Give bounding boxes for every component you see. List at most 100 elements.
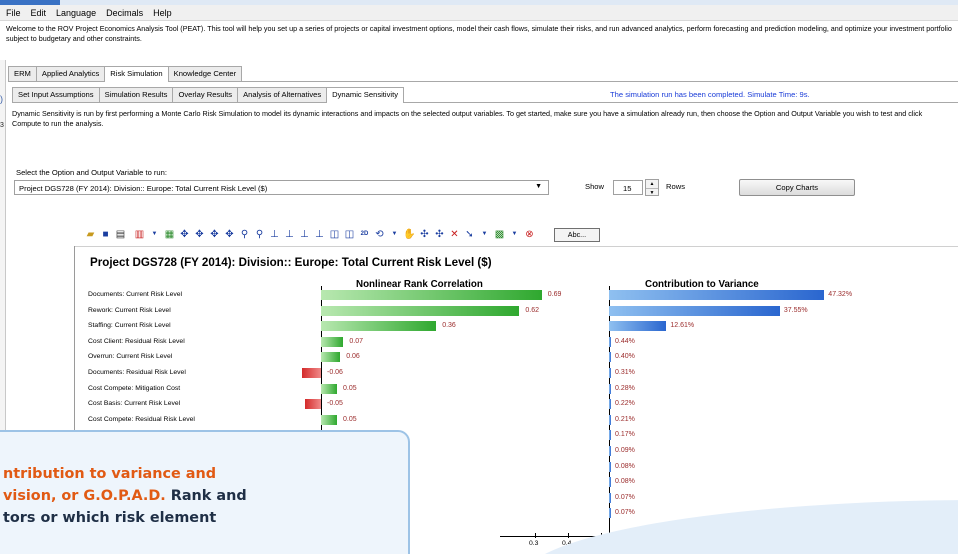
- pointer-icon[interactable]: ➘: [463, 228, 476, 241]
- move-all-icon[interactable]: ✥: [223, 228, 236, 241]
- contribution-bar: [609, 430, 611, 441]
- move-horizontal-icon[interactable]: ✥: [193, 228, 206, 241]
- rotate-icon[interactable]: ⟲: [373, 228, 386, 241]
- rank-x-tick: [535, 533, 536, 538]
- contribution-value-label: 0.07%: [615, 509, 635, 517]
- contribution-bar: [609, 477, 611, 488]
- chart-data-icon[interactable]: ▦: [163, 228, 176, 241]
- zoom-out-icon[interactable]: ⚲: [253, 228, 266, 241]
- menu-language[interactable]: Language: [56, 8, 96, 18]
- rotate-dropdown-icon[interactable]: ▼: [388, 228, 401, 241]
- contribution-value-label: 0.31%: [615, 369, 635, 376]
- rank-bar: [321, 305, 520, 316]
- tab-applied-analytics[interactable]: Applied Analytics: [35, 66, 106, 81]
- axis-left-icon[interactable]: ⊥: [268, 228, 281, 241]
- rank-x-tick: [568, 533, 569, 538]
- row-label: Staffing: Current Risk Level: [88, 322, 171, 330]
- label-icon[interactable]: ✣: [433, 228, 446, 241]
- contribution-bar: [609, 414, 611, 425]
- welcome-text: Welcome to the ROV Project Economics Ana…: [6, 24, 952, 43]
- rows-spinner[interactable]: ▲ ▼: [645, 179, 659, 196]
- caption-line-2: vision, or G.O.P.A.D. Rank and: [3, 488, 247, 504]
- contribution-value-label: 0.08%: [615, 462, 635, 470]
- remove-icon[interactable]: ✕: [448, 228, 461, 241]
- rank-correlation-title: Nonlinear Rank Correlation: [356, 279, 483, 290]
- frame-icon[interactable]: ◫: [328, 228, 341, 241]
- menu-decimals[interactable]: Decimals: [106, 8, 143, 18]
- spin-up-icon[interactable]: ▲: [646, 180, 658, 188]
- 2d-icon[interactable]: 2D: [358, 228, 371, 241]
- contribution-bar: [609, 352, 611, 363]
- caption-text: ntribution to variance and vision, or G.…: [3, 463, 393, 529]
- chart-title: Project DGS728 (FY 2014): Division:: Eur…: [90, 256, 492, 269]
- abc-button[interactable]: Abc...: [554, 227, 600, 242]
- show-label: Show: [585, 182, 604, 191]
- reset-icon[interactable]: ⊗: [523, 228, 536, 241]
- contribution-value-label: 0.09%: [615, 447, 635, 454]
- dropdown-arrow-icon[interactable]: ▼: [535, 183, 542, 190]
- contribution-bar: [609, 290, 825, 300]
- zoom-icon[interactable]: ⚲: [238, 228, 251, 241]
- print-icon[interactable]: ▤: [114, 228, 127, 241]
- caption-line-1: ntribution to variance and: [3, 466, 217, 482]
- contribution-bar: [609, 508, 611, 519]
- color-icon[interactable]: ▩: [493, 228, 506, 241]
- pointer-dropdown-icon[interactable]: ▼: [478, 228, 491, 241]
- sub-tabs: Set Input Assumptions Simulation Results…: [12, 87, 404, 103]
- color-dropdown-icon[interactable]: ▼: [508, 228, 521, 241]
- tab-erm[interactable]: ERM: [8, 66, 37, 81]
- row-label: Cost Compete: Residual Risk Level: [88, 415, 195, 423]
- rank-value-label: -0.06: [327, 369, 343, 376]
- sub-tab-divider: [12, 102, 958, 103]
- tab-simulation-results[interactable]: Simulation Results: [98, 87, 174, 102]
- rank-bar: [301, 368, 321, 378]
- contribution-bar: [609, 446, 611, 456]
- main-tabs: ERM Applied Analytics Risk Simulation Kn…: [8, 66, 243, 82]
- chart-type-icon[interactable]: ▥: [133, 228, 146, 241]
- move-icon[interactable]: ✥: [178, 228, 191, 241]
- open-icon[interactable]: ▰: [84, 228, 97, 241]
- tab-dynamic-sensitivity[interactable]: Dynamic Sensitivity: [326, 87, 404, 103]
- tab-analysis-of-alternatives[interactable]: Analysis of Alternatives: [237, 87, 328, 102]
- points-icon[interactable]: ✣: [418, 228, 431, 241]
- rank-value-label: 0.07: [349, 337, 364, 345]
- contribution-value-label: 0.17%: [615, 431, 635, 439]
- rank-value-label: 0.05: [343, 415, 357, 423]
- axis-top-icon[interactable]: ⊥: [313, 228, 326, 241]
- contribution-bar: [609, 492, 611, 503]
- rows-count-input[interactable]: 15: [613, 180, 643, 195]
- rank-bar: [321, 290, 542, 300]
- contribution-value-label: 0.44%: [615, 337, 635, 345]
- tab-overlay-results[interactable]: Overlay Results: [172, 87, 239, 102]
- axis-bottom-icon[interactable]: ⊥: [298, 228, 311, 241]
- save-icon[interactable]: ■: [99, 228, 112, 241]
- tab-set-input-assumptions[interactable]: Set Input Assumptions: [12, 87, 100, 102]
- axis-right-icon[interactable]: ⊥: [283, 228, 296, 241]
- rank-value-label: 0.36: [442, 322, 456, 330]
- hand-icon[interactable]: ✋: [403, 228, 416, 241]
- move-vertical-icon[interactable]: ✥: [208, 228, 221, 241]
- tab-knowledge-center[interactable]: Knowledge Center: [167, 66, 243, 81]
- output-variable-select[interactable]: Project DGS728 (FY 2014): Division:: Eur…: [14, 180, 549, 195]
- caption-line-3: tors or which risk element: [3, 510, 217, 526]
- row-label: Rework: Current Risk Level: [88, 306, 171, 314]
- menu-help[interactable]: Help: [153, 8, 172, 18]
- row-label: Overrun: Current Risk Level: [88, 353, 173, 361]
- rank-bar: [321, 414, 337, 425]
- row-label: Cost Compete: Mitigation Cost: [88, 384, 181, 392]
- menu-file[interactable]: File: [6, 8, 21, 18]
- spin-down-icon[interactable]: ▼: [646, 188, 658, 196]
- row-label: Cost Client: Residual Risk Level: [88, 337, 185, 345]
- chart-type-dropdown-icon[interactable]: ▼: [148, 228, 161, 241]
- row-label: Cost Basis: Current Risk Level: [88, 400, 181, 408]
- contribution-value-label: 0.40%: [615, 353, 635, 361]
- tab-risk-simulation[interactable]: Risk Simulation: [104, 66, 169, 82]
- copy-charts-button[interactable]: Copy Charts: [739, 179, 855, 196]
- rank-value-label: 0.06: [346, 353, 360, 361]
- frame3d-icon[interactable]: ◫: [343, 228, 356, 241]
- menu-edit[interactable]: Edit: [31, 8, 47, 18]
- rank-bar: [305, 399, 321, 410]
- selected-option: Project DGS728 (FY 2014): Division:: Eur…: [19, 184, 268, 193]
- rank-bar: [321, 383, 337, 394]
- row-label: Documents: Residual Risk Level: [88, 369, 186, 376]
